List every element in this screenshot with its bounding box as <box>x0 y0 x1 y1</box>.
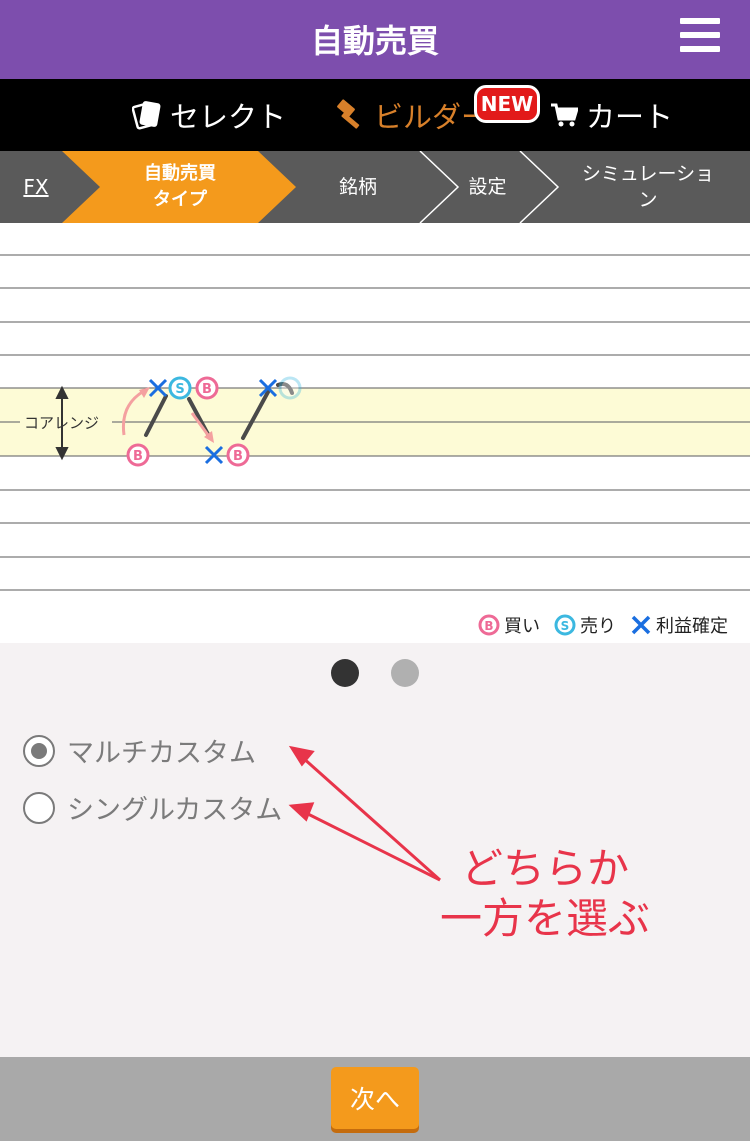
annotation-line2: 一方を選ぶ <box>439 894 650 943</box>
annotation-arrows <box>288 745 441 882</box>
annotation-line1: どちらか <box>460 844 629 893</box>
next-button[interactable]: 次へ <box>331 1067 419 1129</box>
annotation-text: どちらか 一方を選ぶ <box>420 844 670 944</box>
